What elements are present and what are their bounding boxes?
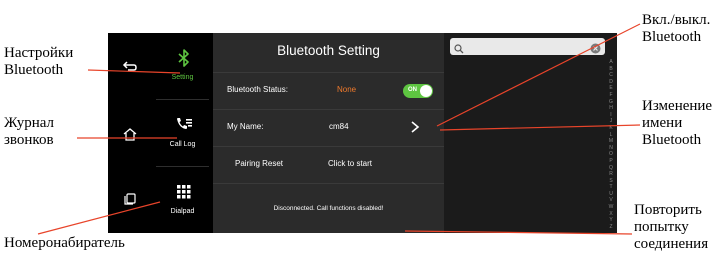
connection-status-message: Disconnected. Call functions disabled! <box>273 205 384 212</box>
head-unit-screen: Setting Call Log Dialpad Bluetooth Setti… <box>108 33 617 233</box>
my-name-label: My Name: <box>227 122 264 131</box>
search-icon <box>454 41 464 54</box>
my-name-row[interactable]: My Name: cm84 <box>213 109 444 146</box>
alphabet-letter[interactable]: F <box>609 92 612 98</box>
callout-line-2: звонков <box>4 132 54 148</box>
chevron-right-icon[interactable] <box>408 120 422 134</box>
phone-nav: Setting Call Log Dialpad <box>152 33 213 233</box>
alphabet-letter[interactable]: A <box>609 60 612 65</box>
search-input[interactable] <box>450 38 605 55</box>
alphabet-letter[interactable]: L <box>610 132 613 138</box>
callout-line-1: Журнал <box>4 115 55 131</box>
alphabet-letter[interactable]: Q <box>609 165 613 171</box>
callout-line-2: имени <box>642 115 683 131</box>
toggle-knob <box>420 85 432 97</box>
callout-bluetooth-toggle: Вкл./выкл. Bluetooth <box>642 12 710 46</box>
alphabet-letter[interactable]: M <box>609 139 613 144</box>
callout-line-2: попытку <box>634 219 689 235</box>
toggle-label: ON <box>408 87 417 93</box>
callout-dialer: Номеронабиратель <box>4 235 125 252</box>
bluetooth-icon <box>175 49 193 67</box>
callout-rename: Изменение имени Bluetooth <box>642 98 712 149</box>
alphabet-letter[interactable]: K <box>609 125 612 131</box>
callout-line-1: Настройки <box>4 45 74 61</box>
my-name-value: cm84 <box>329 122 349 131</box>
alphabet-letter[interactable]: W <box>609 205 614 210</box>
callout-line-1: Номеронабиратель <box>4 235 125 251</box>
system-bar <box>108 33 152 233</box>
call-log-icon <box>175 116 193 134</box>
callout-line-2: Bluetooth <box>642 29 702 45</box>
nav-dialpad-label: Dialpad <box>170 208 195 215</box>
alphabet-letter[interactable]: T <box>609 185 612 190</box>
clear-icon[interactable] <box>590 41 601 54</box>
callout-line-1: Изменение <box>642 98 713 114</box>
alphabet-letter[interactable]: Y <box>609 218 612 223</box>
nav-setting-label: Setting <box>171 74 194 81</box>
bluetooth-status-value: None <box>337 85 357 94</box>
nav-call-log-label: Call Log <box>169 141 196 148</box>
callout-line-2: Bluetooth <box>4 62 64 78</box>
nav-dialpad[interactable]: Dialpad <box>152 167 213 233</box>
page-title: Bluetooth Setting <box>277 43 380 58</box>
alphabet-letter[interactable]: G <box>609 99 613 105</box>
alphabet-letter[interactable]: P <box>609 158 612 164</box>
back-arrow-icon[interactable] <box>119 56 141 78</box>
pairing-reset-label: Pairing Reset <box>235 159 284 168</box>
bluetooth-status-label: Bluetooth Status: <box>227 85 288 94</box>
alphabet-letter[interactable]: O <box>609 152 613 157</box>
alphabet-letter[interactable]: D <box>609 79 613 85</box>
alphabet-letter[interactable]: R <box>609 172 613 177</box>
alphabet-letter[interactable]: Z <box>609 224 612 230</box>
connection-status-row[interactable]: Disconnected. Call functions disabled! <box>213 183 444 233</box>
dialpad-icon <box>175 183 193 201</box>
bluetooth-status-row: Bluetooth Status: None ON <box>213 72 444 109</box>
bluetooth-settings-panel: Bluetooth Setting Bluetooth Status: None… <box>213 33 444 233</box>
nav-setting[interactable]: Setting <box>152 33 213 99</box>
alphabet-letter[interactable]: E <box>609 86 612 91</box>
callout-line-1: Вкл./выкл. <box>642 12 711 28</box>
nav-call-log[interactable]: Call Log <box>152 100 213 166</box>
alphabet-letter[interactable]: V <box>609 198 612 203</box>
alphabet-letter[interactable]: U <box>609 191 613 197</box>
alphabet-letter[interactable]: S <box>609 178 612 184</box>
callout-bluetooth-settings: Настройки Bluetooth <box>4 45 73 79</box>
callout-line-1: Повторить <box>634 202 702 218</box>
alphabet-index[interactable]: ABCDEFGHIJKLMNOPQRSTUVWXYZ <box>606 60 616 230</box>
home-icon[interactable] <box>119 123 141 145</box>
alphabet-letter[interactable]: X <box>609 211 612 217</box>
alphabet-letter[interactable]: J <box>610 119 613 124</box>
callout-retry: Повторить попытку соединения <box>634 202 708 253</box>
callout-line-3: соединения <box>634 236 709 252</box>
contacts-panel: ABCDEFGHIJKLMNOPQRSTUVWXYZ <box>444 33 617 233</box>
callout-call-log: Журнал звонков <box>4 115 54 149</box>
alphabet-letter[interactable]: C <box>609 73 613 78</box>
callout-line-3: Bluetooth <box>642 132 702 148</box>
recent-apps-icon[interactable] <box>119 188 141 210</box>
alphabet-letter[interactable]: N <box>609 145 613 151</box>
bluetooth-toggle[interactable]: ON <box>403 84 433 98</box>
alphabet-letter[interactable]: H <box>609 106 613 111</box>
alphabet-letter[interactable]: I <box>610 112 611 118</box>
alphabet-letter[interactable]: B <box>609 66 612 72</box>
pairing-reset-row: Pairing Reset Click to start <box>213 146 444 183</box>
pairing-reset-button[interactable]: Click to start <box>328 159 372 168</box>
